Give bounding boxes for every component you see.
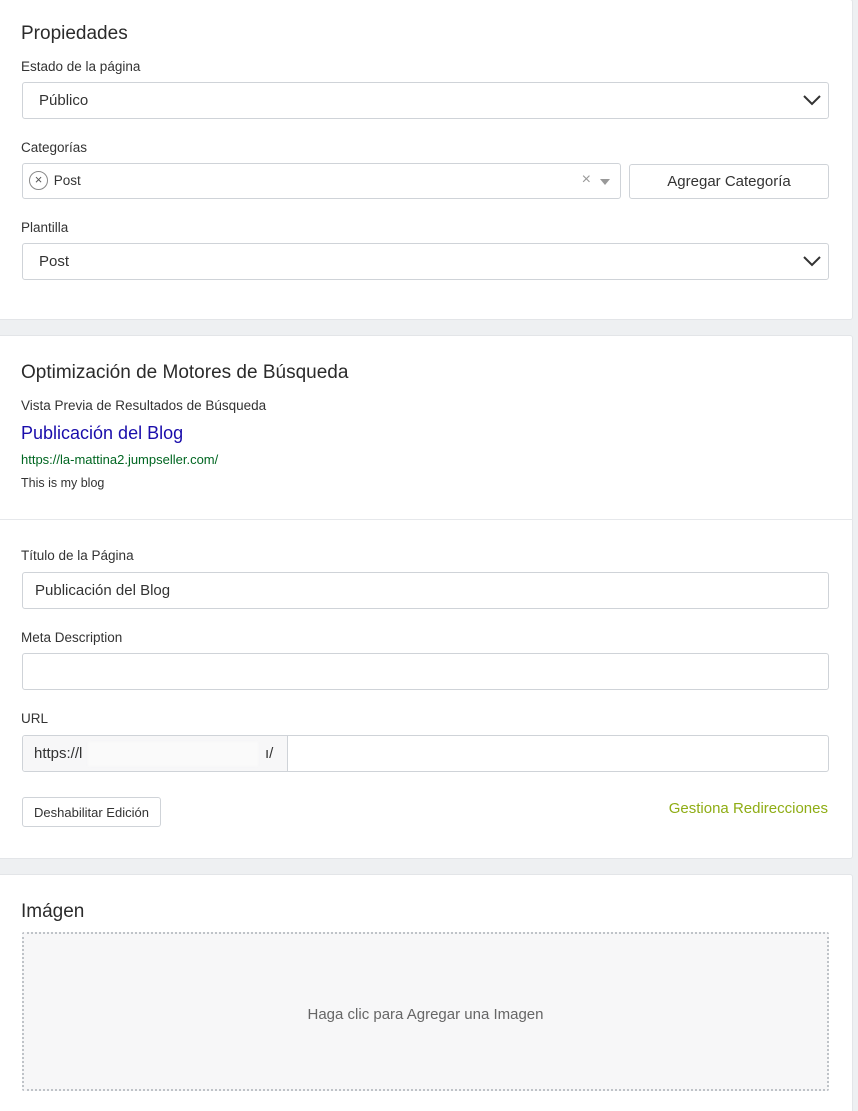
image-dropzone-text: Haga clic para Agregar una Imagen (307, 1006, 544, 1023)
page-state-label: Estado de la página (21, 59, 141, 74)
chevron-down-icon (803, 256, 821, 267)
meta-description-label: Meta Description (21, 630, 123, 645)
search-preview-label: Vista Previa de Resultados de Búsqueda (21, 398, 267, 413)
clear-icon[interactable]: × (582, 171, 591, 189)
chevron-down-icon (803, 95, 821, 106)
page-title-input[interactable]: Publicación del Blog (22, 572, 829, 609)
divider (0, 519, 853, 520)
url-slug-input[interactable] (289, 736, 828, 771)
properties-card: Propiedades Estado de la página Público … (0, 0, 853, 320)
seo-title: Optimización de Motores de Búsqueda (21, 362, 349, 383)
caret-down-icon[interactable] (600, 179, 610, 185)
properties-title: Propiedades (21, 23, 128, 44)
page-title-value: Publicación del Blog (35, 582, 171, 599)
template-select[interactable]: Post (22, 243, 829, 280)
url-input-group: https://l ı/ (22, 735, 829, 772)
meta-description-input[interactable] (22, 653, 829, 690)
url-redacted-block (88, 742, 258, 766)
category-tag-label: Post (53, 173, 81, 188)
search-preview-title: Publicación del Blog (21, 423, 184, 443)
page-state-select[interactable]: Público (22, 82, 829, 119)
template-label: Plantilla (21, 220, 69, 235)
url-prefix: https://l ı/ (23, 736, 288, 771)
remove-tag-icon[interactable]: × (29, 171, 48, 190)
disable-edit-button[interactable]: Deshabilitar Edición (22, 797, 161, 827)
template-value: Post (39, 253, 70, 270)
page-state-value: Público (39, 92, 89, 109)
url-prefix-end: ı/ (265, 745, 274, 762)
search-preview-url: https://la-mattina2.jumpseller.com/ (21, 452, 219, 467)
image-title: Imágen (21, 901, 85, 922)
manage-redirects-link[interactable]: Gestiona Redirecciones (669, 800, 828, 817)
page-title-label: Título de la Página (21, 548, 134, 563)
search-preview-description: This is my blog (21, 476, 105, 490)
category-tag: × Post (29, 171, 81, 190)
url-prefix-start: https://l (34, 745, 83, 762)
categories-label: Categorías (21, 140, 88, 155)
image-card: Imágen Haga clic para Agregar una Imagen (0, 874, 853, 1111)
seo-card: Optimización de Motores de Búsqueda Vist… (0, 335, 853, 859)
url-label: URL (21, 711, 49, 726)
add-category-button[interactable]: Agregar Categoría (629, 164, 829, 199)
categories-multiselect[interactable]: × Post × (22, 163, 621, 199)
image-dropzone[interactable]: Haga clic para Agregar una Imagen (22, 932, 829, 1091)
